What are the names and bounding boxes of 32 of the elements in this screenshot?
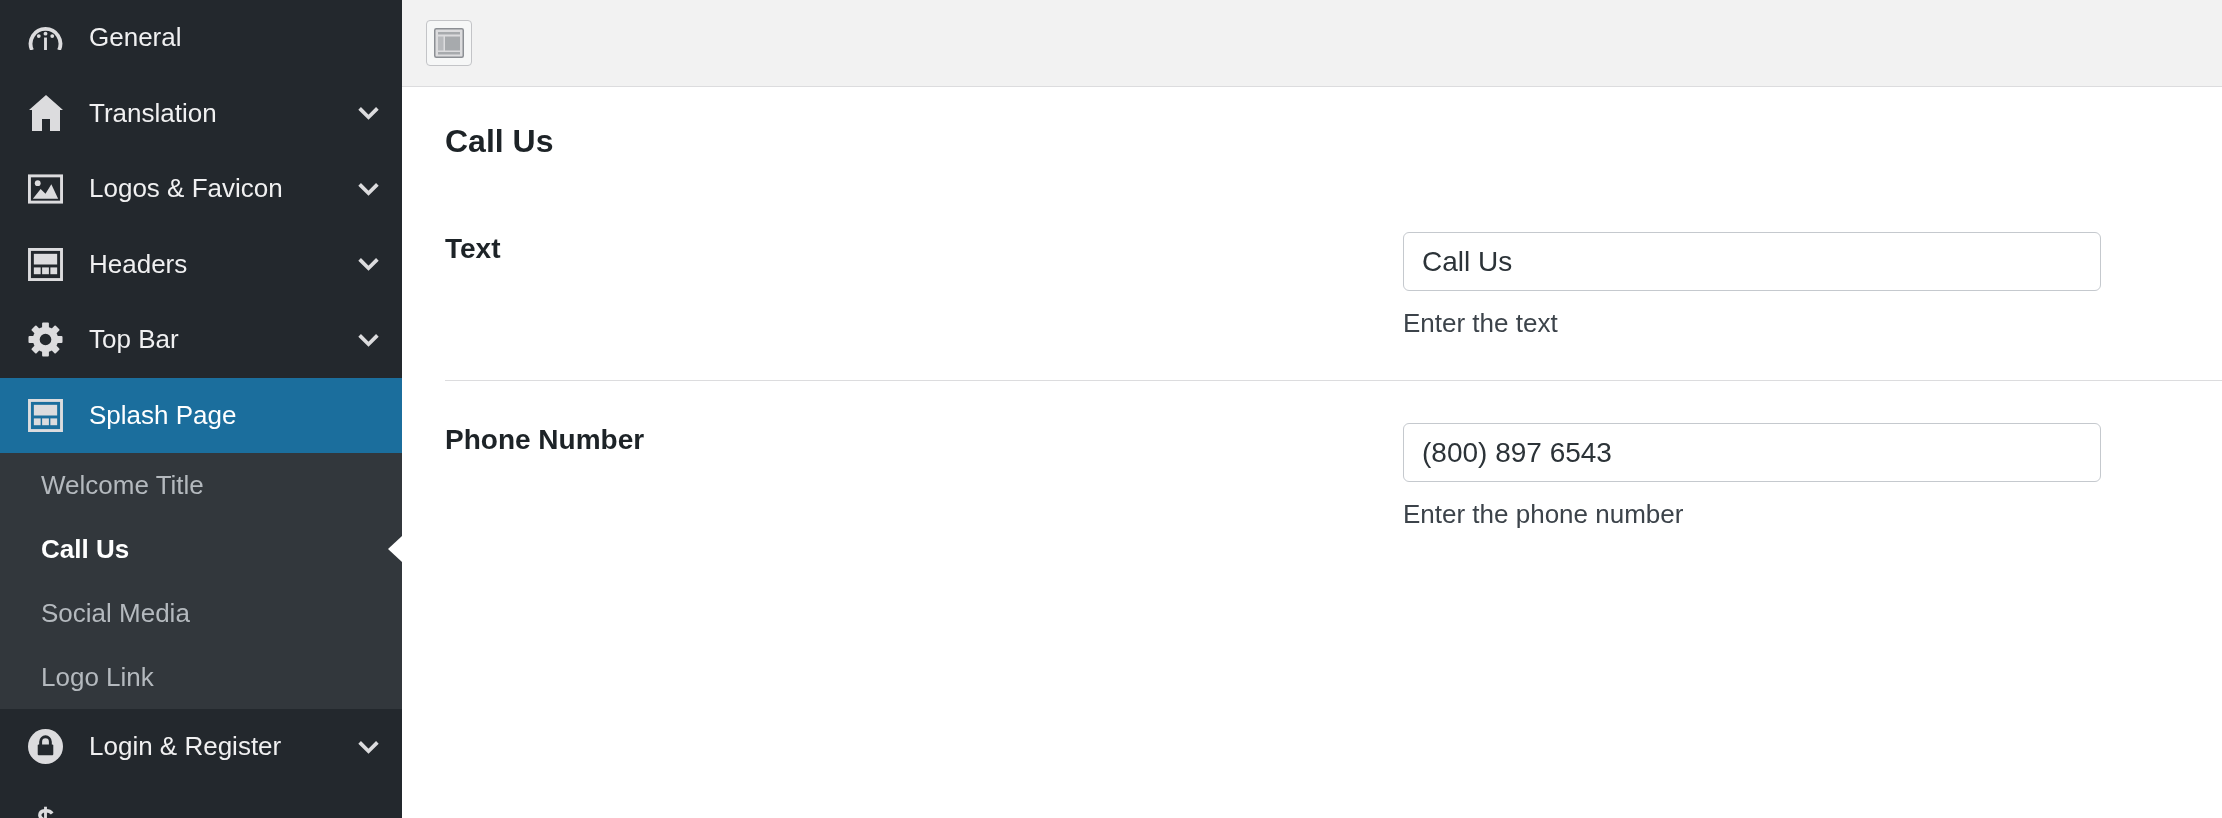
gauge-icon (28, 25, 63, 50)
submenu-item[interactable]: Welcome Title (0, 453, 402, 517)
chevron-down-icon (357, 257, 380, 272)
text-input[interactable]: Call Us (1403, 232, 2101, 291)
field-label: Phone Number (445, 423, 645, 457)
submenu-item[interactable]: Call Us (0, 517, 402, 581)
field-description: Enter the text (1403, 307, 1558, 339)
layout-icon (28, 398, 63, 432)
chevron-down-icon (357, 181, 380, 196)
chevron-down-icon (357, 739, 380, 754)
chevron-down-icon (357, 106, 380, 121)
sidebar-item[interactable]: Logos & Favicon (0, 151, 402, 227)
field-description: Enter the phone number (1403, 498, 1684, 530)
lock-icon (28, 729, 63, 765)
sidebar-item[interactable]: Translation (0, 75, 402, 151)
image-icon (28, 173, 63, 204)
sidebar-item[interactable]: Headers (0, 226, 402, 302)
submenu-item[interactable]: Social Media (0, 581, 402, 645)
text-input[interactable]: (800) 897 6543 (1403, 423, 2101, 482)
submenu-item[interactable]: Logo Link (0, 645, 402, 709)
layout-icon (434, 28, 464, 58)
layout-toggle-button[interactable] (426, 20, 472, 66)
settings-icon (28, 322, 63, 358)
layout-icon (28, 247, 63, 281)
sidebar-item[interactable]: General (0, 0, 402, 76)
sidebar-item[interactable]: Login & Register (0, 709, 402, 785)
section-title: Call Us (445, 122, 554, 161)
chevron-down-icon (357, 332, 380, 347)
field-label: Text (445, 232, 501, 266)
sidebar-item[interactable]: Top Bar (0, 302, 402, 378)
home-icon (28, 95, 63, 132)
sidebar-item[interactable]: Splash Page (0, 377, 402, 453)
